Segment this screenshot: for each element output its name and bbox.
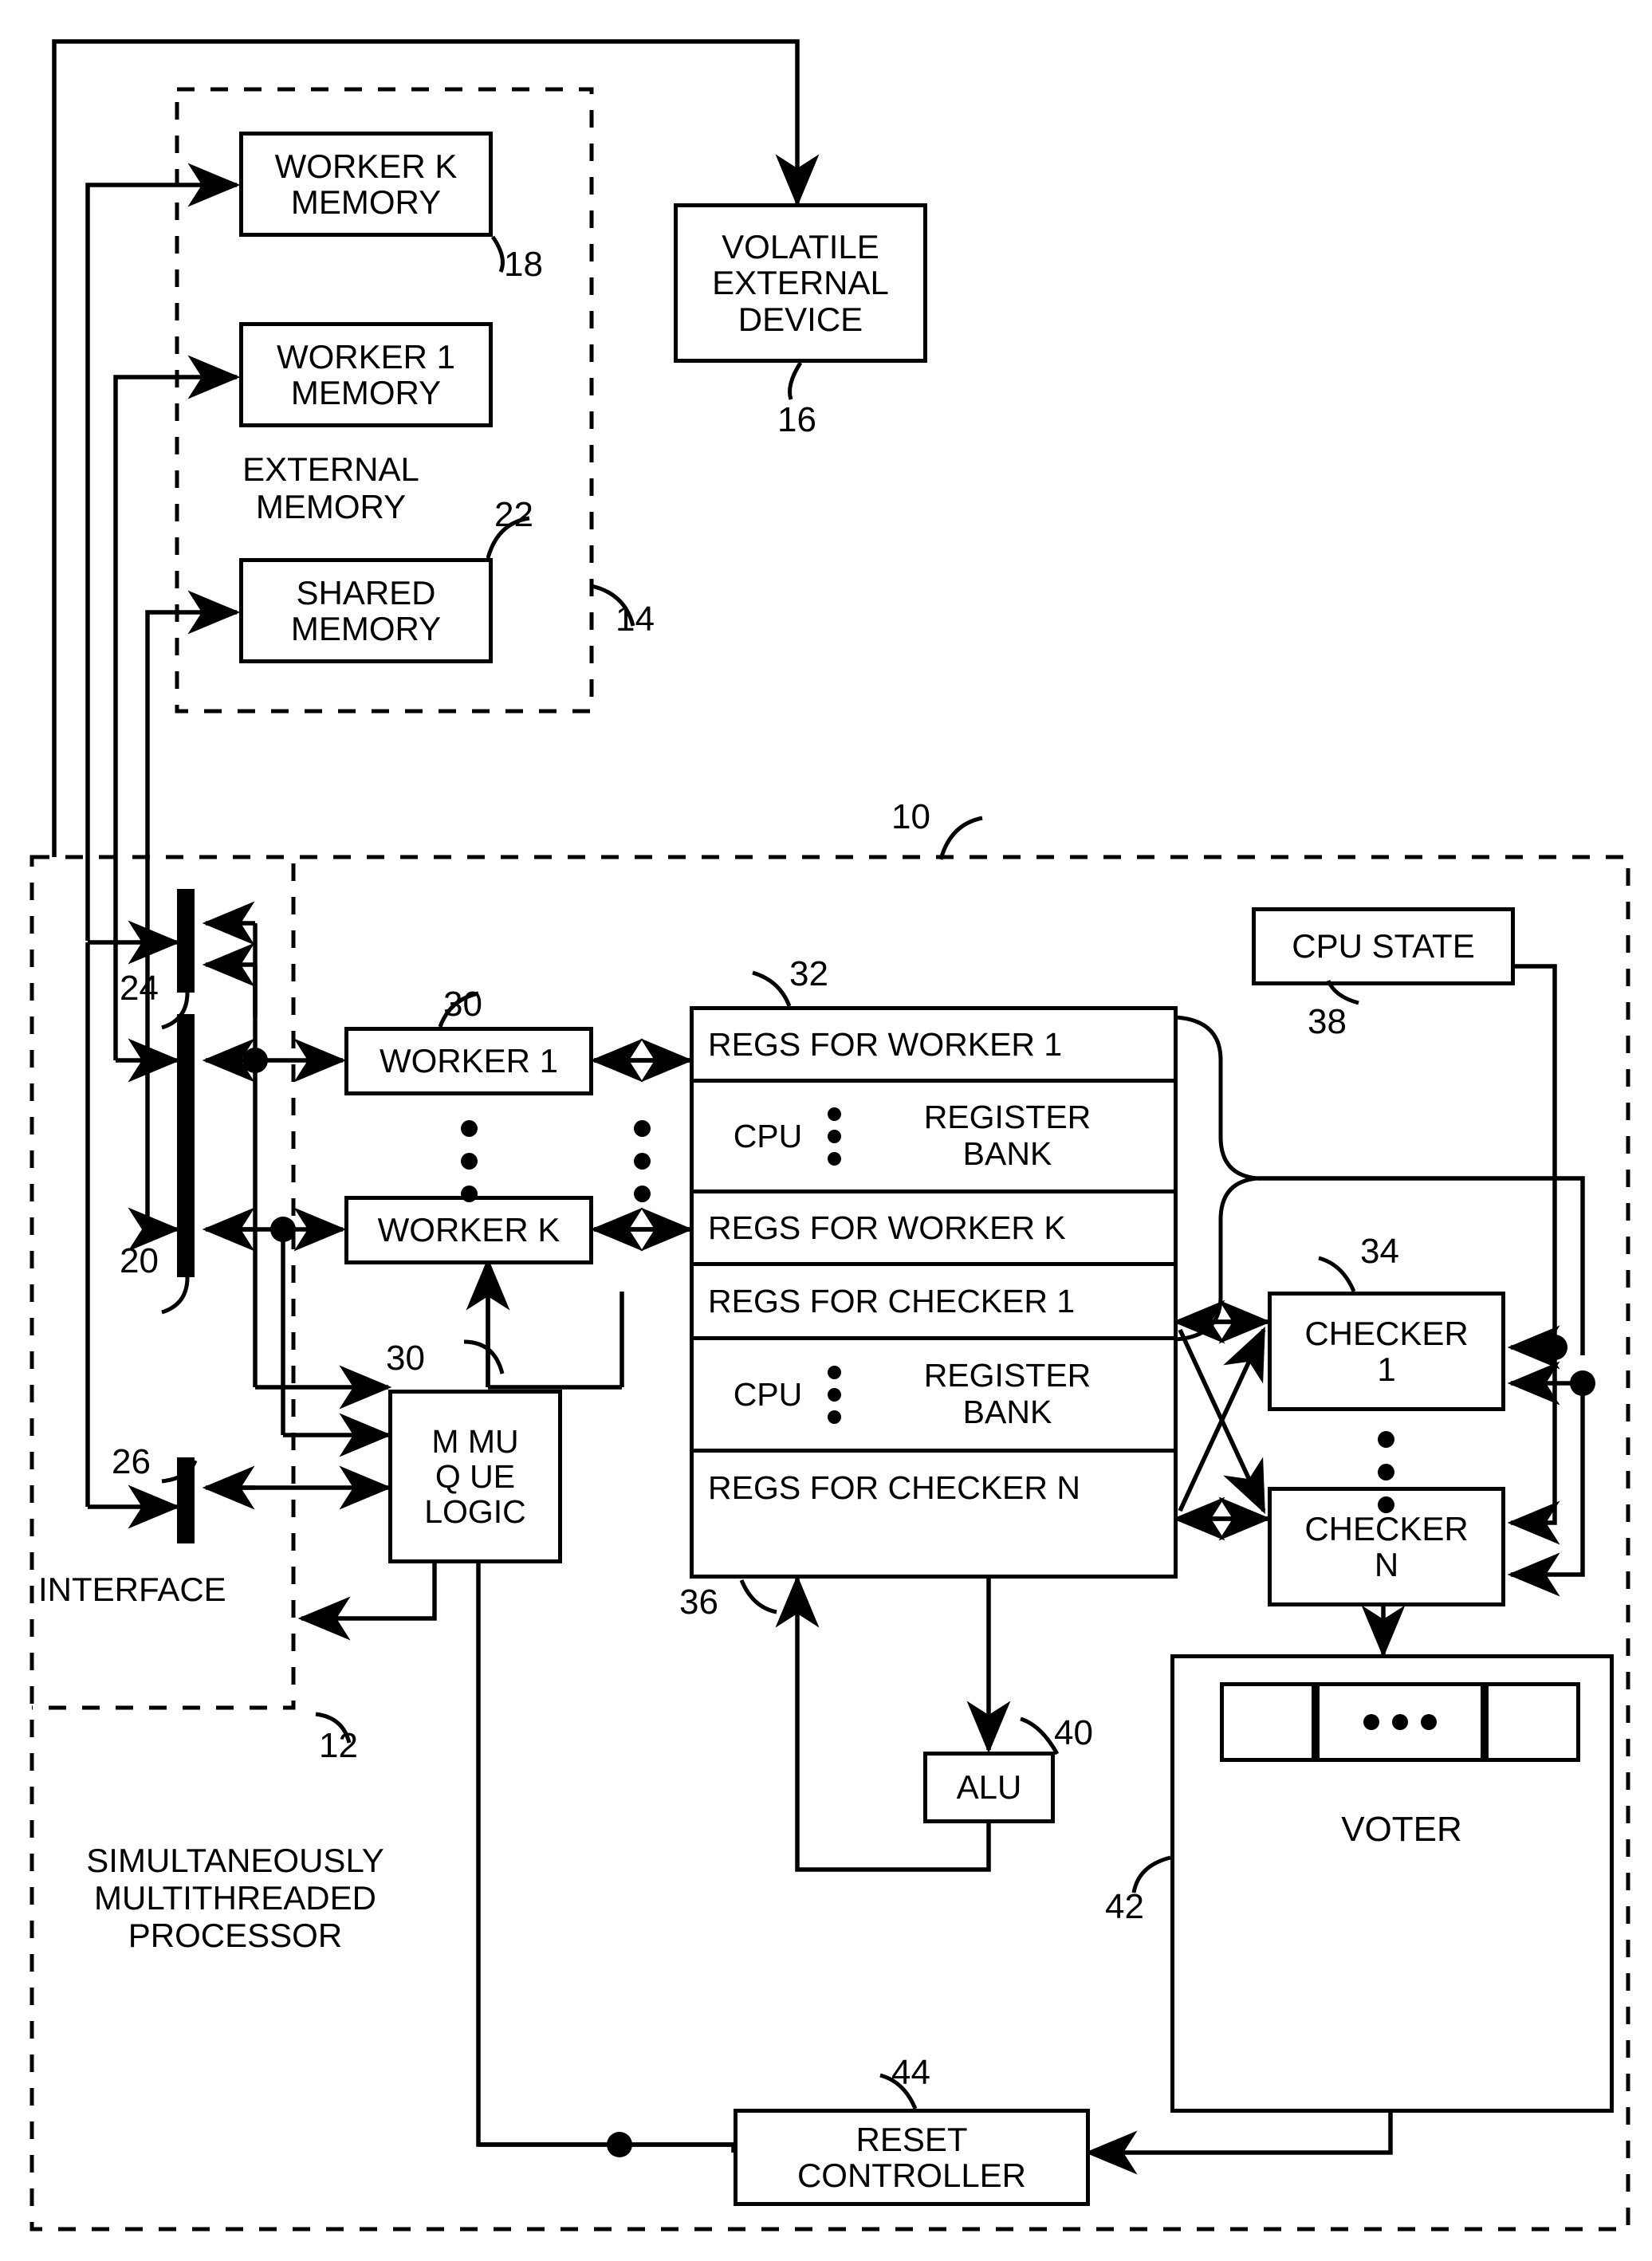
patent-figure: WORKER K MEMORY WORKER 1 MEMORY SHARED M… bbox=[0, 0, 1652, 2261]
ref-leader-lines bbox=[161, 235, 1359, 2110]
